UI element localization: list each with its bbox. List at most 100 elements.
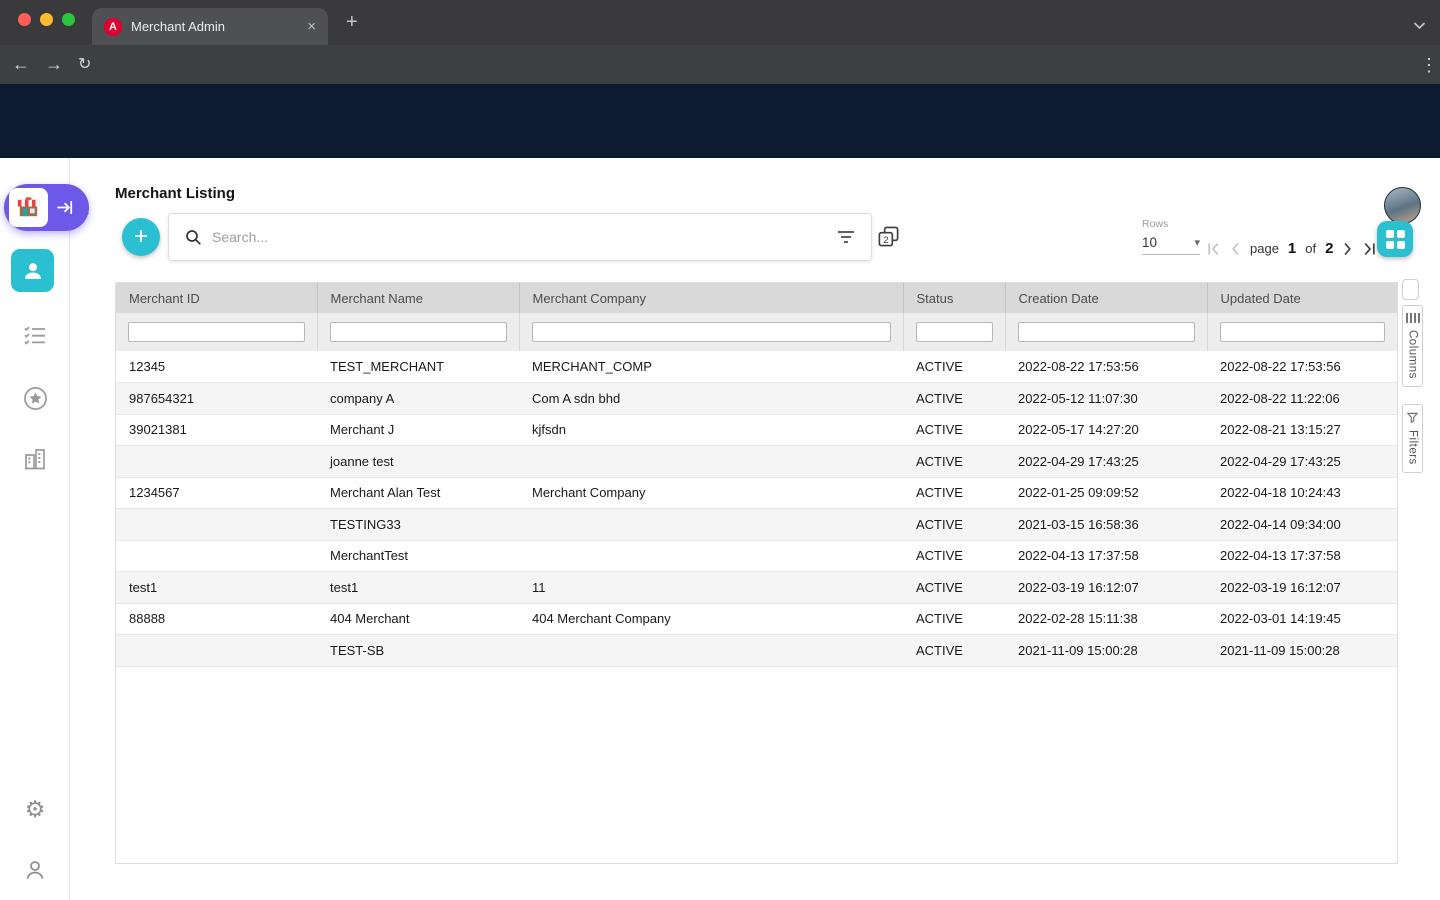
duplicate-view-icon[interactable]: 2 <box>877 225 900 253</box>
table-row[interactable]: TESTING33ACTIVE2021-03-15 16:58:362022-0… <box>116 509 1397 541</box>
table-cell: 12345 <box>116 351 317 383</box>
new-tab-button[interactable]: + <box>346 11 358 34</box>
rows-label: Rows <box>1142 218 1200 230</box>
table-row[interactable]: 12345TEST_MERCHANTMERCHANT_COMPACTIVE202… <box>116 351 1397 383</box>
filter-cell <box>317 313 519 351</box>
rows-per-page-select[interactable]: 10 ▾ <box>1142 235 1200 255</box>
table-row[interactable]: MerchantTestACTIVE2022-04-13 17:37:58202… <box>116 540 1397 572</box>
window-close-button[interactable] <box>18 13 31 26</box>
reload-icon[interactable]: ↻ <box>78 54 91 75</box>
current-page-number: 1 <box>1288 240 1296 257</box>
table-cell: 2022-05-17 14:27:20 <box>1005 414 1207 446</box>
table-cell <box>519 509 903 541</box>
last-page-button[interactable] <box>1363 242 1377 256</box>
filter-cell <box>1005 313 1207 351</box>
table-row[interactable]: 987654321company ACom A sdn bhdACTIVE202… <box>116 383 1397 415</box>
search-input[interactable] <box>212 229 837 245</box>
total-pages-number: 2 <box>1325 240 1333 257</box>
table-body: 12345TEST_MERCHANTMERCHANT_COMPACTIVE202… <box>116 351 1397 666</box>
column-filter-input[interactable] <box>532 322 891 342</box>
column-header[interactable]: Merchant Company <box>519 283 903 313</box>
grid-icon <box>1386 230 1405 249</box>
filter-lines-icon[interactable] <box>837 230 855 244</box>
sidebar-item-settings[interactable]: ⚙ <box>0 798 70 821</box>
table-cell: kjfsdn <box>519 414 903 446</box>
table-cell: ACTIVE <box>903 540 1005 572</box>
column-header[interactable]: Merchant ID <box>116 283 317 313</box>
browser-menu-icon[interactable]: ⋮ <box>1420 55 1438 76</box>
plus-icon: + <box>134 223 148 251</box>
previous-page-button[interactable] <box>1229 242 1241 256</box>
tab-filters[interactable]: Filters <box>1402 404 1423 473</box>
table-row[interactable]: 1234567Merchant Alan TestMerchant Compan… <box>116 477 1397 509</box>
window-minimize-button[interactable] <box>40 13 53 26</box>
window-zoom-button[interactable] <box>62 13 75 26</box>
tab-filters-label: Filters <box>1407 430 1419 465</box>
table-cell <box>116 635 317 667</box>
table-cell: 2022-04-13 17:37:58 <box>1207 540 1397 572</box>
table-cell: 2022-04-18 10:24:43 <box>1207 477 1397 509</box>
table-cell: joanne test <box>317 446 519 478</box>
tab-columns[interactable]: Columns <box>1402 305 1423 387</box>
table-cell: TESTING33 <box>317 509 519 541</box>
table-cell: 11 <box>519 572 903 604</box>
column-header[interactable]: Creation Date <box>1005 283 1207 313</box>
first-page-button[interactable] <box>1206 242 1220 256</box>
tab-search-chevron-icon[interactable] <box>1413 17 1426 35</box>
table-cell: ACTIVE <box>903 446 1005 478</box>
table-row[interactable]: TEST-SBACTIVE2021-11-09 15:00:282021-11-… <box>116 635 1397 667</box>
table-cell: Merchant Alan Test <box>317 477 519 509</box>
table-cell: 2022-03-19 16:12:07 <box>1207 572 1397 604</box>
grid-view-button[interactable] <box>1377 221 1413 257</box>
table-row[interactable]: 39021381Merchant JkjfsdnACTIVE2022-05-17… <box>116 414 1397 446</box>
table-cell: company A <box>317 383 519 415</box>
table-cell: ACTIVE <box>903 383 1005 415</box>
column-header[interactable]: Updated Date <box>1207 283 1397 313</box>
column-header[interactable]: Status <box>903 283 1005 313</box>
column-filter-input[interactable] <box>330 322 507 342</box>
table-row[interactable]: test1test111ACTIVE2022-03-19 16:12:07202… <box>116 572 1397 604</box>
sidebar-item-organization[interactable] <box>0 448 70 470</box>
tab-columns-label: Columns <box>1407 330 1419 379</box>
table-cell: ACTIVE <box>903 603 1005 635</box>
svg-text:2: 2 <box>883 235 888 246</box>
of-word: of <box>1305 241 1316 256</box>
column-header[interactable]: Merchant Name <box>317 283 519 313</box>
table-cell: MERCHANT_COMP <box>519 351 903 383</box>
table-cell: ACTIVE <box>903 351 1005 383</box>
table-row[interactable]: 88888404 Merchant404 Merchant CompanyACT… <box>116 603 1397 635</box>
column-filter-input[interactable] <box>1220 322 1386 342</box>
rows-per-page-value: 10 <box>1142 235 1157 250</box>
table-cell: 2022-08-22 17:53:56 <box>1005 351 1207 383</box>
table-cell: 2021-03-15 16:58:36 <box>1005 509 1207 541</box>
tab-close-icon[interactable]: × <box>307 19 316 34</box>
sidebar-item-list[interactable] <box>0 326 70 345</box>
sidebar-item-favorites[interactable] <box>0 386 70 411</box>
scrollbar-thumb[interactable] <box>1402 279 1419 300</box>
column-filter-input[interactable] <box>128 322 305 342</box>
table-cell: 2022-04-14 09:34:00 <box>1207 509 1397 541</box>
merchant-table-container: Merchant IDMerchant NameMerchant Company… <box>115 282 1398 864</box>
next-page-button[interactable] <box>1342 242 1354 256</box>
add-merchant-button[interactable]: + <box>122 218 160 256</box>
table-cell <box>116 446 317 478</box>
table-cell: 2021-11-09 15:00:28 <box>1005 635 1207 667</box>
table-cell <box>116 509 317 541</box>
table-cell: 2022-02-28 15:11:38 <box>1005 603 1207 635</box>
window-controls <box>18 13 75 26</box>
merchant-table: Merchant IDMerchant NameMerchant Company… <box>116 283 1397 667</box>
sidebar-item-merchant-applet[interactable] <box>4 184 89 231</box>
sidebar-item-profile[interactable] <box>0 858 70 882</box>
column-filter-input[interactable] <box>916 322 993 342</box>
browser-tab[interactable]: A Merchant Admin × <box>92 8 328 45</box>
table-cell: TEST-SB <box>317 635 519 667</box>
table-cell: MerchantTest <box>317 540 519 572</box>
back-icon[interactable]: ← <box>12 54 30 75</box>
sidebar-item-merchants[interactable] <box>11 249 54 292</box>
browser-toolbar: ← → ↻ akaun.cloud/#/applets/wavelet/erp/… <box>0 45 1440 84</box>
table-cell: 39021381 <box>116 414 317 446</box>
forward-icon[interactable]: → <box>45 54 63 75</box>
table-row[interactable]: joanne testACTIVE2022-04-29 17:43:252022… <box>116 446 1397 478</box>
user-avatar[interactable] <box>1384 187 1421 224</box>
column-filter-input[interactable] <box>1018 322 1195 342</box>
